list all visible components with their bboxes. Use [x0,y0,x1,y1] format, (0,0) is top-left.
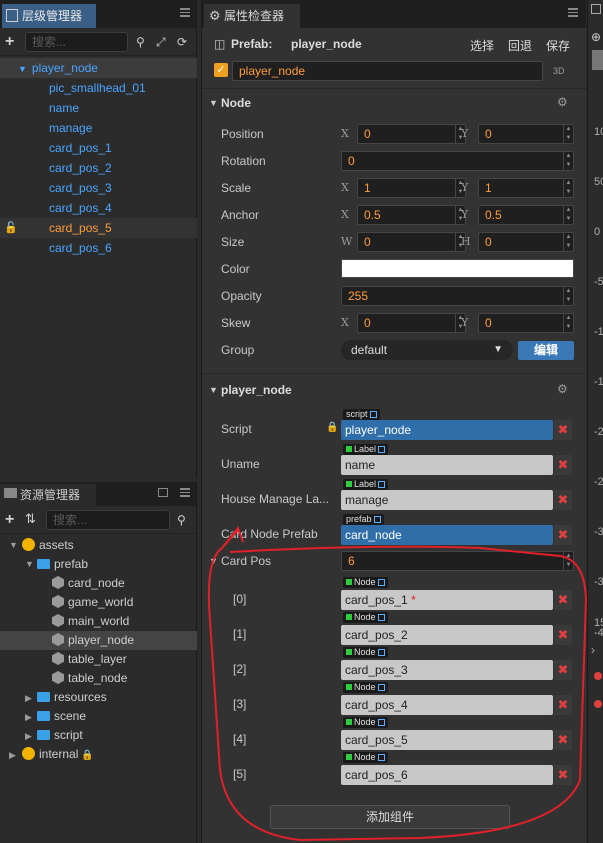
ruler-tick-label: -1 [594,376,603,388]
scene-thumb [592,50,603,70]
chevron-right-icon[interactable]: › [591,643,595,657]
ruler-tick-label: -4 [594,627,603,639]
scene-view-strip: ⊕ 10500-5-1-1-2-2-3-315-4 › [587,0,603,843]
ruler-tick-label: -2 [594,426,603,438]
scene-icon [591,4,601,14]
annotation-circle [207,525,588,842]
ruler-tick-label: 0 [594,226,601,238]
error-dot-icon [594,672,602,680]
annotation-overlay [207,525,588,842]
ruler-tick-label: 50 [594,176,603,188]
ruler-tick-label: -5 [594,276,603,288]
ruler-tick-label: 10 [594,126,603,138]
ruler-tick-label: -3 [594,576,603,588]
error-dot-icon [594,700,602,708]
ruler-tick-label: -3 [594,526,603,538]
ruler-tick-label: -1 [594,326,603,338]
ruler-tick-label: -2 [594,476,603,488]
crosshair-icon[interactable]: ⊕ [591,30,601,44]
